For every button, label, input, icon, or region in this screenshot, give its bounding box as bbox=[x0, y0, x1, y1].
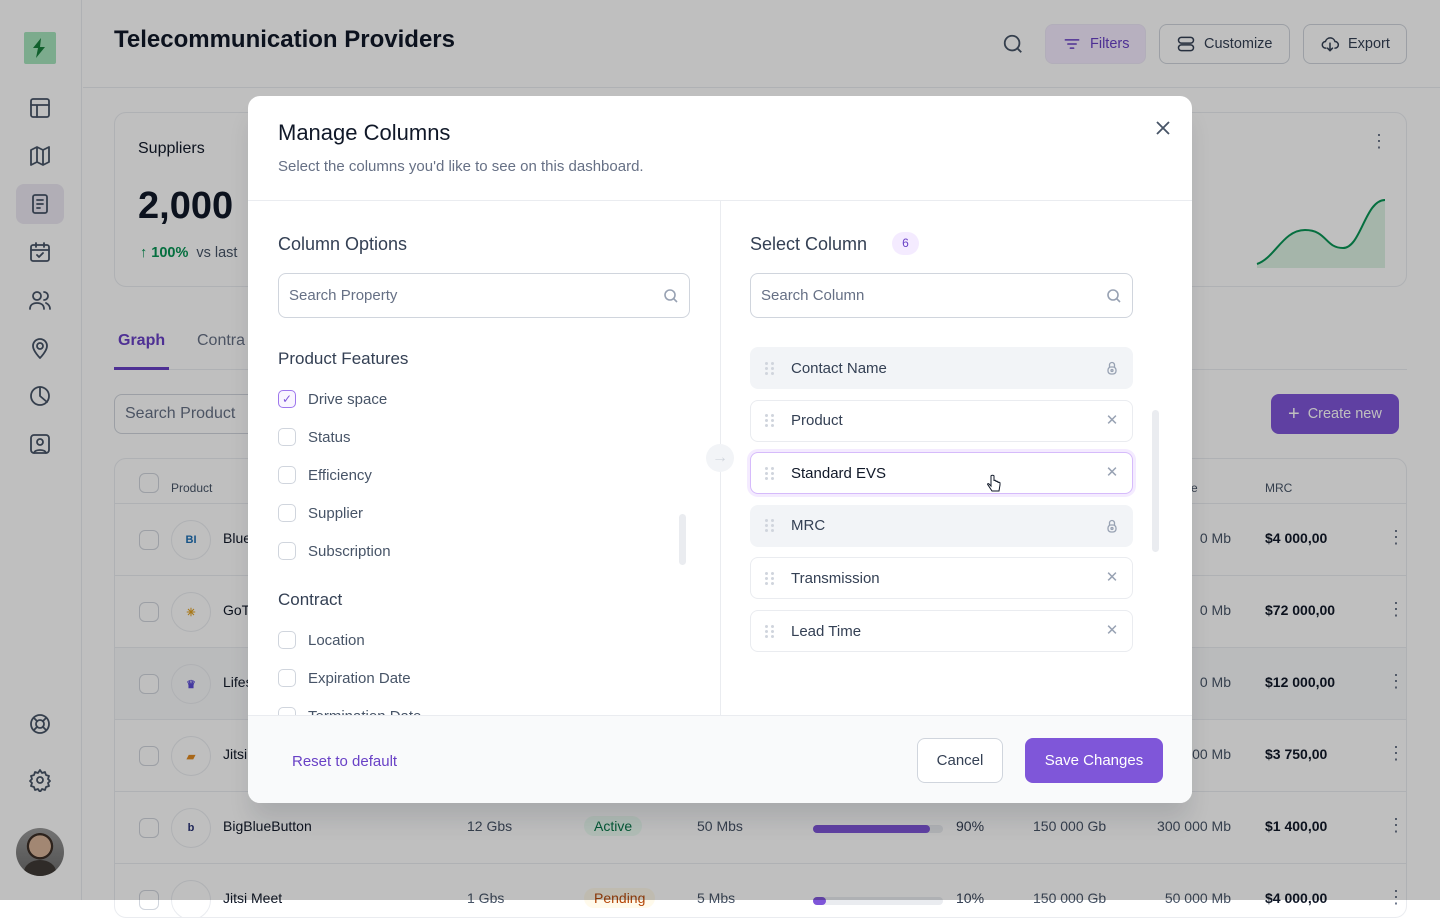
option-label: Expiration Date bbox=[308, 669, 411, 687]
column-option-expiration-date[interactable]: Expiration Date bbox=[278, 669, 411, 687]
column-option-termination-date[interactable]: Termination Date bbox=[278, 707, 421, 715]
modal-subtitle: Select the columns you'd like to see on … bbox=[278, 158, 644, 175]
drag-handle-icon[interactable] bbox=[765, 361, 779, 375]
selected-column-item[interactable]: Transmission ✕ bbox=[750, 557, 1133, 600]
selected-column-item[interactable]: Contact Name bbox=[750, 347, 1133, 389]
option-label: Supplier bbox=[308, 504, 364, 522]
column-option-efficiency[interactable]: Efficiency bbox=[278, 466, 372, 484]
column-label: Standard EVS bbox=[791, 464, 887, 482]
drag-handle-icon[interactable] bbox=[765, 414, 779, 428]
column-option-supplier[interactable]: Supplier bbox=[278, 504, 363, 522]
select-column-heading: Select Column bbox=[750, 234, 868, 254]
column-option-drive-space[interactable]: ✓ Drive space bbox=[278, 390, 387, 408]
cancel-button[interactable]: Cancel bbox=[917, 738, 1003, 783]
checkbox[interactable] bbox=[278, 631, 296, 649]
column-option-status[interactable]: Status bbox=[278, 428, 351, 446]
option-label: Termination Date bbox=[308, 708, 421, 716]
reset-to-default-link[interactable]: Reset to default bbox=[292, 753, 397, 770]
group-title: Product Features bbox=[278, 349, 409, 368]
column-label: Contact Name bbox=[791, 359, 887, 377]
option-label: Status bbox=[308, 428, 351, 446]
right-scrollbar[interactable] bbox=[1152, 410, 1159, 552]
column-option-location[interactable]: Location bbox=[278, 631, 365, 649]
option-label: Location bbox=[308, 631, 365, 649]
close-icon[interactable] bbox=[1154, 119, 1172, 137]
option-label: Drive space bbox=[308, 390, 388, 408]
search-icon bbox=[1107, 288, 1121, 303]
selected-column-item[interactable]: Standard EVS ✕ bbox=[750, 452, 1133, 495]
lock-icon bbox=[1107, 519, 1117, 533]
checkbox[interactable] bbox=[278, 542, 296, 560]
drag-handle-icon[interactable] bbox=[765, 466, 779, 480]
search-column-placeholder: Search Column bbox=[761, 287, 865, 304]
checkbox[interactable] bbox=[278, 504, 296, 522]
option-label: Subscription bbox=[308, 542, 391, 560]
left-scrollbar[interactable] bbox=[679, 514, 686, 565]
drag-handle-icon[interactable] bbox=[765, 519, 779, 533]
column-option-subscription[interactable]: Subscription bbox=[278, 542, 391, 560]
column-label: Transmission bbox=[791, 569, 880, 587]
save-changes-button[interactable]: Save Changes bbox=[1025, 738, 1163, 783]
remove-icon[interactable]: ✕ bbox=[1104, 570, 1120, 586]
drag-handle-icon[interactable] bbox=[765, 571, 779, 585]
manage-columns-modal: Manage Columns Select the columns you'd … bbox=[248, 96, 1192, 803]
remove-icon[interactable]: ✕ bbox=[1104, 623, 1120, 639]
drag-handle-icon[interactable] bbox=[765, 624, 779, 638]
group-title: Contract bbox=[278, 590, 343, 609]
option-label: Efficiency bbox=[308, 466, 372, 484]
modal-footer: Reset to default Cancel Save Changes bbox=[248, 715, 1192, 803]
modal-title: Manage Columns bbox=[278, 120, 451, 145]
checkbox[interactable]: ✓ bbox=[278, 390, 296, 408]
checkbox[interactable] bbox=[278, 669, 296, 687]
column-label: Product bbox=[791, 412, 843, 430]
column-label: Lead Time bbox=[791, 622, 862, 640]
column-label: MRC bbox=[791, 517, 826, 535]
remove-icon[interactable]: ✕ bbox=[1104, 412, 1120, 429]
hand-cursor-icon bbox=[987, 474, 1001, 492]
remove-icon[interactable]: ✕ bbox=[1104, 465, 1120, 481]
selected-count-badge: 6 bbox=[892, 232, 919, 255]
selected-column-item[interactable]: Lead Time ✕ bbox=[750, 610, 1133, 652]
search-column-input[interactable]: Search Column bbox=[750, 273, 1133, 318]
modal-header: Manage Columns Select the columns you'd … bbox=[248, 96, 1192, 201]
checkbox[interactable] bbox=[278, 466, 296, 484]
checkbox[interactable] bbox=[278, 428, 296, 446]
lock-icon bbox=[1107, 361, 1117, 375]
selected-column-item[interactable]: MRC bbox=[750, 504, 1133, 547]
checkbox[interactable] bbox=[278, 707, 296, 715]
selected-column-item[interactable]: Product ✕ bbox=[750, 399, 1133, 442]
arrow-right-icon[interactable]: → bbox=[706, 444, 734, 472]
